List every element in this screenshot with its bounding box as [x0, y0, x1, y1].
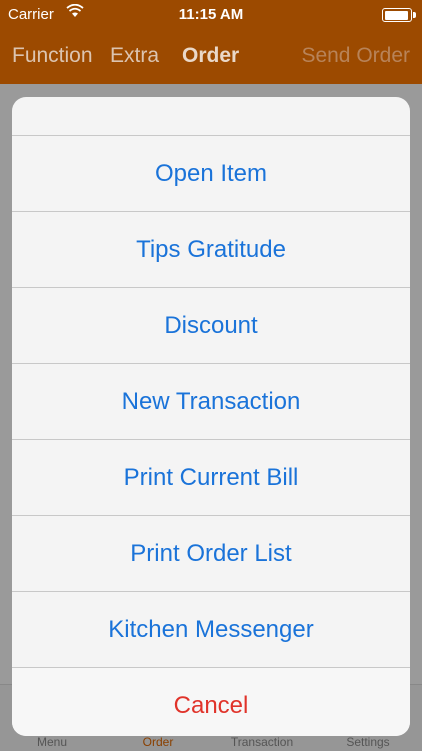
extra-button[interactable]: Extra	[110, 44, 159, 68]
tab-menu[interactable]: Menu	[12, 735, 92, 749]
tab-order[interactable]: Order	[118, 735, 198, 749]
print-order-list-button[interactable]: Print Order List	[12, 516, 410, 592]
open-item-button[interactable]: Open Item	[12, 136, 410, 212]
new-transaction-button[interactable]: New Transaction	[12, 364, 410, 440]
cancel-button[interactable]: Cancel	[12, 667, 410, 736]
battery-fill	[384, 10, 409, 20]
send-order-button[interactable]: Send Order	[301, 44, 410, 68]
clock: 11:15 AM	[178, 6, 244, 23]
action-sheet-header	[12, 97, 410, 136]
tab-transaction[interactable]: Transaction	[222, 735, 302, 749]
discount-button[interactable]: Discount	[12, 288, 410, 364]
tab-settings[interactable]: Settings	[328, 735, 408, 749]
print-current-bill-button[interactable]: Print Current Bill	[12, 440, 410, 516]
battery-icon	[382, 8, 416, 22]
function-button[interactable]: Function	[12, 44, 93, 68]
action-sheet: Open Item Tips Gratitude Discount New Tr…	[12, 97, 410, 736]
tips-gratitude-button[interactable]: Tips Gratitude	[12, 212, 410, 288]
navigation-bar: Function Extra Order Send Order	[0, 30, 422, 84]
kitchen-messenger-button[interactable]: Kitchen Messenger	[12, 592, 410, 667]
page-title: Order	[182, 44, 240, 67]
status-bar: Carrier 11:15 AM	[0, 0, 422, 30]
